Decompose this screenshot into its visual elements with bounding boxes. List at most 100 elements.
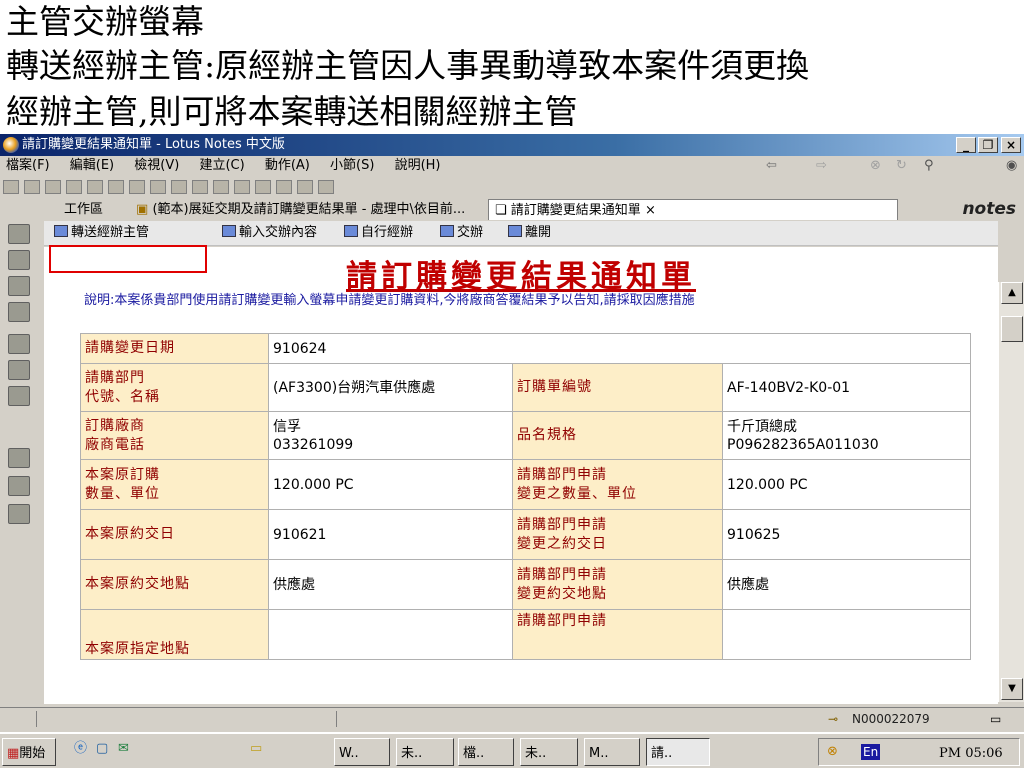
toolbar-button-icon[interactable] <box>297 180 313 194</box>
forward-arrow-icon[interactable]: ⇨ <box>816 156 827 176</box>
change-date-label: 請購變更日期 <box>80 333 269 364</box>
toolbar-button-icon[interactable] <box>318 180 334 194</box>
menu-create[interactable]: 建立(C) <box>199 158 244 173</box>
vendor-label-line: 訂購廠商 <box>85 417 145 434</box>
task-button[interactable]: M.. <box>584 738 640 766</box>
tab-template-view[interactable]: ▣ (範本)展延交期及請訂購變更結果單 - 處理中\依目前... <box>130 199 471 220</box>
orig-date-label: 本案原約交日 <box>80 509 269 560</box>
home-icon[interactable]: ◉ <box>1006 156 1017 176</box>
windows-taskbar: ▦開始 ⓔ ▢ ✉ ▭ W.. 未.. 檔.. 未.. M.. 請.. ⊗ En… <box>0 732 1024 768</box>
toolbar-button-icon[interactable] <box>171 180 187 194</box>
menu-edit[interactable]: 編輯(E) <box>70 158 114 173</box>
orig-qty-value: 120.000 PC <box>268 459 513 510</box>
quicklaunch-ie-icon[interactable]: ⓔ <box>74 734 87 764</box>
spec-line: 千斤頂總成 <box>727 418 797 435</box>
scroll-thumb[interactable] <box>1001 316 1023 342</box>
tab-close-icon[interactable]: × <box>645 203 656 218</box>
toolbar-button-icon[interactable] <box>234 180 250 194</box>
enter-assignment-button[interactable]: 輸入交辦內容 <box>222 221 317 245</box>
forward-manager-label: 轉送經辦主管 <box>71 225 150 240</box>
enter-assignment-label: 輸入交辦內容 <box>239 225 318 240</box>
orig-date-value: 910621 <box>268 509 513 560</box>
toolbar-button-icon[interactable] <box>45 180 61 194</box>
caption-line-2: 轉送經辦主管:原經辦主管因人事異動導致本案件須更換 <box>6 46 810 85</box>
search-icon[interactable]: ⚲ <box>924 156 934 176</box>
forward-manager-button[interactable]: 轉送經辦主管 <box>54 221 149 245</box>
server-id[interactable]: N000022079 <box>852 708 930 730</box>
restore-icon[interactable]: ❐ <box>978 137 998 153</box>
back-arrow-icon[interactable]: ⇦ <box>766 156 777 176</box>
tab-notice-form[interactable]: ❏ 請訂購變更結果通知單 × <box>488 199 898 220</box>
caption-line-3: 經辦主管,則可將本案轉送相關經辦主管 <box>6 92 578 131</box>
close-icon[interactable]: × <box>1001 137 1021 153</box>
key-icon: ⊸ <box>828 712 839 726</box>
task-button[interactable]: W.. <box>334 738 390 766</box>
menu-view[interactable]: 檢視(V) <box>134 158 179 173</box>
tray-icon[interactable]: ⊗ <box>827 737 838 767</box>
vendor-label: 訂購廠商 廠商電話 <box>80 411 269 460</box>
toolbar-button-icon[interactable] <box>66 180 82 194</box>
replication-bookmark-icon[interactable] <box>8 334 30 354</box>
tab-workspace[interactable]: 工作區 <box>58 199 109 220</box>
vertical-scrollbar[interactable]: ▲ ▼ <box>998 282 1024 702</box>
toolbar-button-icon[interactable] <box>3 180 19 194</box>
exit-label: 離開 <box>525 225 552 240</box>
exit-icon <box>508 225 522 237</box>
po-no-value: AF-140BV2-K0-01 <box>722 363 971 412</box>
task-button[interactable]: 檔.. <box>458 738 514 766</box>
orig-qty-label: 本案原訂購 數量、單位 <box>80 459 269 510</box>
title-bar: 請訂購變更結果通知單 - Lotus Notes 中文版 _ ❐ × <box>0 134 1024 156</box>
toolbar-button-icon[interactable] <box>213 180 229 194</box>
ime-badge[interactable]: En <box>861 744 881 760</box>
favorites-bookmark-icon[interactable] <box>8 360 30 380</box>
task-button-active[interactable]: 請.. <box>646 738 710 766</box>
stop-icon[interactable]: ⊗ <box>870 156 881 176</box>
assign-button[interactable]: 交辦 <box>440 221 483 245</box>
table-row: 訂購廠商 廠商電話 信孚 033261099 品名規格 千斤頂總成 P09628236… <box>80 411 971 460</box>
start-button[interactable]: ▦開始 <box>2 738 56 766</box>
menu-file[interactable]: 檔案(F) <box>6 158 50 173</box>
internet-bookmark-icon[interactable] <box>8 476 30 496</box>
orig-spec-place-value <box>268 609 513 660</box>
toolbar-button-icon[interactable] <box>129 180 145 194</box>
quicklaunch-folder-icon[interactable]: ▭ <box>250 734 262 764</box>
toolbar-button-icon[interactable] <box>192 180 208 194</box>
todo-bookmark-icon[interactable] <box>8 302 30 322</box>
document-description: 說明:本案係貴部門使用請訂購變更輸入螢幕申請變更訂購資料,今將廠商答覆結果予以告… <box>84 293 695 308</box>
toolbar-button-icon[interactable] <box>87 180 103 194</box>
exit-button[interactable]: 離開 <box>508 221 551 245</box>
orig-qty-label-line: 數量、單位 <box>85 485 160 502</box>
self-handle-button[interactable]: 自行經辦 <box>344 221 413 245</box>
task-button[interactable]: 未.. <box>396 738 454 766</box>
refresh-icon[interactable]: ↻ <box>896 156 907 176</box>
action-bar: 轉送經辦主管 輸入交辦內容 自行經辦 交辦 離開 <box>44 221 998 246</box>
mail-bookmark-icon[interactable] <box>8 224 30 244</box>
news-bookmark-icon[interactable] <box>8 504 30 524</box>
databases-bookmark-icon[interactable] <box>8 386 30 406</box>
toolbar-button-icon[interactable] <box>276 180 292 194</box>
inbox-icon[interactable]: ▭ <box>990 708 1001 730</box>
quicklaunch-mail-icon[interactable]: ✉ <box>118 734 129 764</box>
address-bookmark-icon[interactable] <box>8 276 30 296</box>
minimize-icon[interactable]: _ <box>956 137 976 153</box>
spec-label: 品名規格 <box>512 411 723 460</box>
tab-notice-label: 請訂購變更結果通知單 <box>510 203 641 218</box>
scroll-up-icon[interactable]: ▲ <box>1001 282 1023 304</box>
menu-help[interactable]: 說明(H) <box>395 158 441 173</box>
lotus-notes-window: 請訂購變更結果通知單 - Lotus Notes 中文版 _ ❐ × 檔案(F)… <box>0 134 1024 768</box>
more-bookmark-icon[interactable] <box>8 448 30 468</box>
smarticon-toolbar <box>0 176 1024 198</box>
toolbar-button-icon[interactable] <box>150 180 166 194</box>
vendor-value: 信孚 033261099 <box>268 411 513 460</box>
quicklaunch-desktop-icon[interactable]: ▢ <box>96 734 108 764</box>
toolbar-button-icon[interactable] <box>108 180 124 194</box>
task-button[interactable]: 未.. <box>520 738 578 766</box>
scroll-down-icon[interactable]: ▼ <box>1001 678 1023 700</box>
menu-actions[interactable]: 動作(A) <box>265 158 310 173</box>
menu-section[interactable]: 小節(S) <box>330 158 374 173</box>
spec-line: P096282365A011030 <box>727 436 879 453</box>
toolbar-button-icon[interactable] <box>255 180 271 194</box>
calendar-bookmark-icon[interactable] <box>8 250 30 270</box>
toolbar-button-icon[interactable] <box>24 180 40 194</box>
req-qty-label: 請購部門申請 變更之數量、單位 <box>512 459 723 510</box>
